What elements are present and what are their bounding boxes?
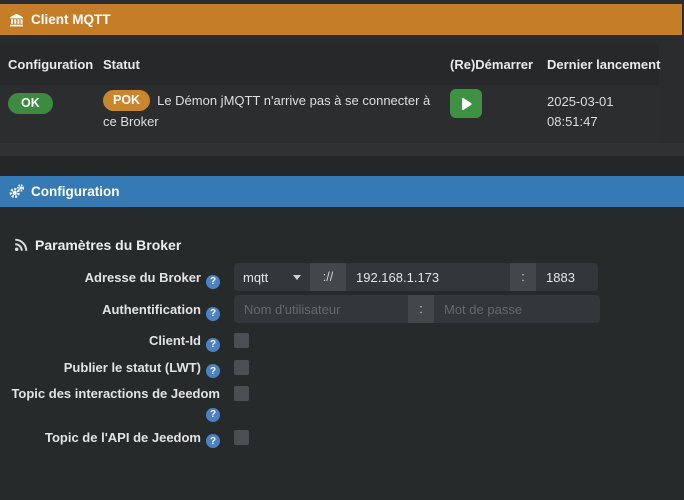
address-label: Adresse du Broker [84, 270, 201, 285]
api-label-col: Topic de l'API de Jeedom? [0, 426, 220, 448]
form-row-auth: Authentification? : [0, 295, 684, 323]
interactions-label-col: Topic des interactions de Jeedom? [0, 382, 220, 422]
protocol-select[interactable]: mqtt [234, 263, 310, 291]
help-icon[interactable]: ? [206, 274, 220, 289]
interactions-label: Topic des interactions de Jeedom [11, 386, 220, 401]
separator-strip-dark [0, 156, 684, 176]
help-icon[interactable]: ? [206, 306, 220, 321]
broker-port-input[interactable] [536, 263, 598, 291]
api-checkbox[interactable] [234, 429, 249, 445]
port-separator: : [510, 263, 536, 291]
api-label: Topic de l'API de Jeedom [45, 429, 201, 445]
broker-params-title: Paramètres du Broker [35, 237, 182, 253]
configuration-title: Configuration [31, 184, 120, 199]
address-controls: mqtt :// : [234, 263, 598, 291]
auth-controls: : [234, 295, 600, 323]
form-row-lwt: Publier le statut (LWT)? [0, 356, 684, 378]
broker-form: Adresse du Broker? mqtt :// : [0, 263, 684, 452]
table-row: OK POK Le Démon jMQTT n'arrive pas à se c… [0, 85, 659, 141]
form-row-interactions: Topic des interactions de Jeedom? [0, 382, 684, 422]
auth-label: Authentification [102, 302, 201, 317]
rss-icon [14, 238, 28, 252]
column-header-statut: Statut [103, 57, 140, 72]
address-label-col: Adresse du Broker? [0, 263, 220, 289]
restart-daemon-button[interactable] [450, 89, 482, 118]
address-input-group: mqtt :// : [234, 263, 598, 291]
daemon-status-cell: POK Le Démon jMQTT n'arrive pas à se conn… [103, 90, 445, 132]
broker-params-heading: Paramètres du Broker [14, 237, 181, 253]
client-mqtt-header: Client MQTT [0, 4, 682, 35]
play-icon [458, 96, 474, 112]
help-icon[interactable]: ? [206, 364, 220, 378]
client-id-label-col: Client-Id? [0, 329, 220, 352]
protocol-value: mqtt [243, 269, 269, 285]
broker-status-table: Configuration Statut (Re)Démarrer Dernie… [0, 44, 661, 141]
client-panel-title: Client MQTT [31, 12, 111, 27]
lwt-label-col: Publier le statut (LWT)? [0, 356, 220, 378]
help-icon[interactable]: ? [206, 337, 220, 352]
separator-strip [0, 143, 684, 156]
config-status-badge: OK [8, 93, 53, 114]
auth-input-group: : [234, 295, 600, 323]
daemon-status-badge: POK [103, 90, 151, 111]
help-icon[interactable]: ? [206, 434, 220, 448]
form-row-client-id: Client-Id? [0, 329, 684, 352]
gears-icon [9, 184, 24, 199]
chevron-down-icon [293, 274, 301, 280]
client-id-controls [234, 329, 249, 348]
configuration-body: Paramètres du Broker Adresse du Broker? … [0, 207, 684, 500]
last-launch-cell: 2025-03-01 08:51:47 [547, 92, 614, 132]
form-row-api: Topic de l'API de Jeedom? [0, 426, 684, 448]
auth-separator: : [408, 295, 434, 323]
broker-host-input[interactable] [346, 263, 510, 291]
configuration-header: Configuration [0, 176, 684, 207]
form-row-address: Adresse du Broker? mqtt :// : [0, 263, 684, 291]
daemon-status-message: Le Démon jMQTT n'arrive pas à se connect… [103, 93, 431, 129]
help-icon[interactable]: ? [206, 407, 220, 422]
last-launch-time: 08:51:47 [547, 114, 598, 129]
lwt-label: Publier le statut (LWT) [63, 359, 201, 375]
lwt-checkbox[interactable] [234, 359, 249, 375]
last-launch-date: 2025-03-01 [547, 94, 614, 109]
column-header-dernier-lancement: Dernier lancement [547, 57, 661, 72]
client-id-checkbox[interactable] [234, 333, 249, 348]
interactions-checkbox[interactable] [234, 386, 249, 401]
jmqtt-broker-page: Client MQTT Configuration Statut (Re)Dém… [0, 0, 684, 500]
protocol-separator: :// [310, 263, 346, 291]
column-header-configuration: Configuration [8, 57, 94, 72]
password-input[interactable] [434, 295, 600, 323]
lwt-controls [234, 356, 249, 375]
column-header-redemarrer: (Re)Démarrer [450, 57, 534, 72]
bank-icon [9, 13, 24, 27]
auth-label-col: Authentification? [0, 295, 220, 321]
username-input[interactable] [234, 295, 408, 323]
api-controls [234, 426, 249, 445]
interactions-controls [234, 382, 249, 401]
client-id-label: Client-Id [149, 333, 201, 348]
